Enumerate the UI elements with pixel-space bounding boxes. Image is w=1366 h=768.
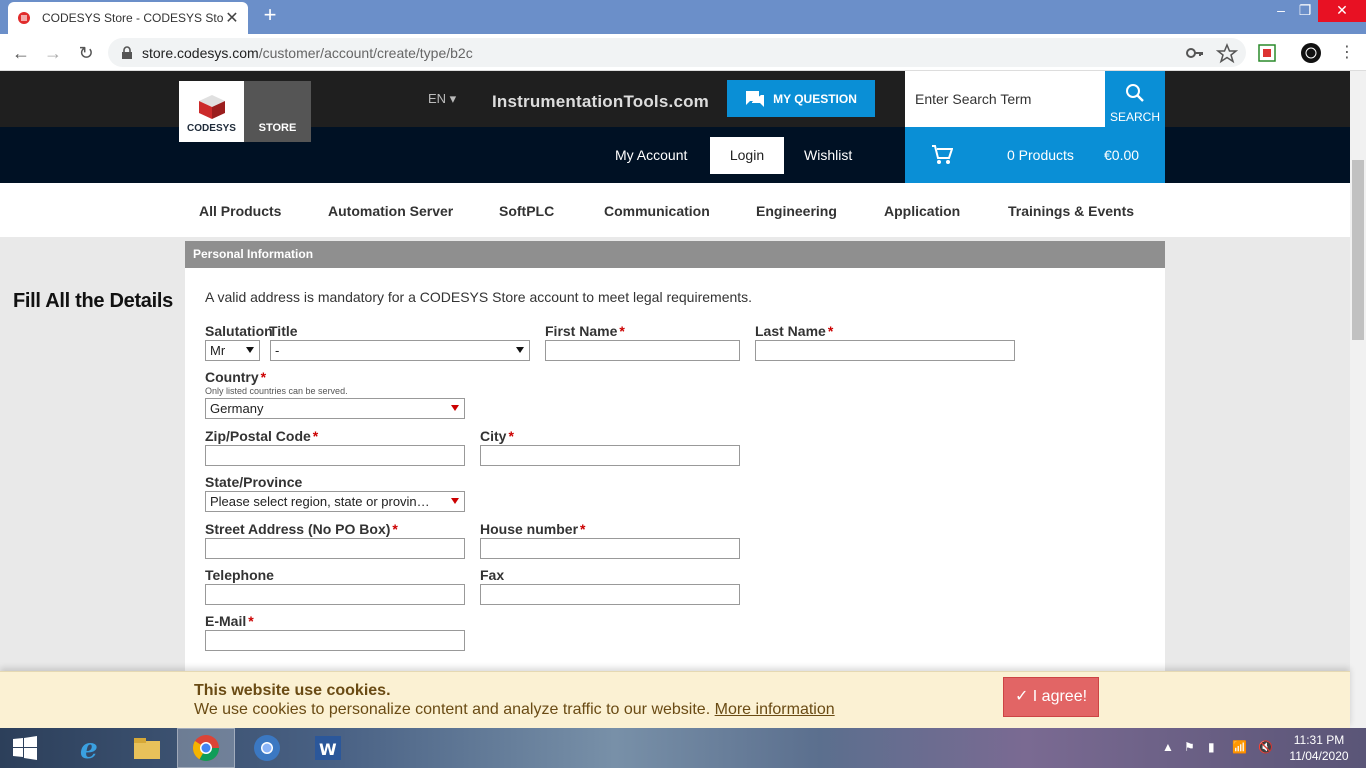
- country-hint: Only listed countries can be served.: [205, 386, 348, 396]
- address-bar[interactable]: store.codesys.com/customer/account/creat…: [108, 38, 1246, 67]
- login-button[interactable]: Login: [710, 137, 784, 174]
- zip-input[interactable]: [205, 445, 465, 466]
- address-notice: A valid address is mandatory for a CODES…: [205, 289, 753, 305]
- telephone-label: Telephone: [205, 567, 274, 583]
- nav-communication[interactable]: Communication: [604, 203, 710, 219]
- cart-product-count: 0 Products: [1007, 147, 1074, 163]
- tray-signal-icon[interactable]: 📶: [1232, 740, 1247, 754]
- svg-text:W: W: [319, 740, 337, 759]
- chat-bubble-icon: [746, 90, 765, 107]
- tray-battery-icon[interactable]: ▮: [1208, 740, 1215, 754]
- house-number-input[interactable]: [480, 538, 740, 559]
- extension-icon[interactable]: [1256, 42, 1278, 64]
- first-name-input[interactable]: [545, 340, 740, 361]
- agree-button[interactable]: ✓ I agree!: [1003, 677, 1099, 717]
- title-label: Title: [269, 323, 298, 339]
- nav-all-products[interactable]: All Products: [199, 203, 281, 219]
- category-nav: All Products Automation Server SoftPLC C…: [0, 183, 1350, 237]
- fax-label: Fax: [480, 567, 505, 583]
- last-name-input[interactable]: [755, 340, 1015, 361]
- title-select[interactable]: -: [270, 340, 530, 361]
- chrome-secondary-taskbar-icon[interactable]: [238, 728, 296, 768]
- language-selector[interactable]: EN ▾: [428, 91, 456, 107]
- new-tab-icon[interactable]: +: [258, 4, 282, 28]
- restore-icon[interactable]: ❐: [1288, 0, 1322, 22]
- windows-logo-icon: [13, 736, 37, 760]
- state-select[interactable]: Please select region, state or provin…: [205, 491, 465, 512]
- tab-title: CODESYS Store - CODESYS Store: [42, 11, 224, 25]
- profile-avatar-icon[interactable]: [1300, 42, 1322, 64]
- menu-dots-icon[interactable]: ⋮: [1334, 40, 1360, 66]
- nav-engineering[interactable]: Engineering: [756, 203, 837, 219]
- forward-icon[interactable]: →: [40, 40, 66, 66]
- cart-button[interactable]: 0 Products €0.00: [905, 127, 1165, 183]
- taskbar-clock[interactable]: 11:31 PM 11/04/2020: [1284, 732, 1354, 764]
- cart-total: €0.00: [1104, 147, 1140, 163]
- street-label: Street Address (No PO Box) *: [205, 521, 398, 537]
- codesys-cube-icon: [198, 95, 225, 119]
- search-input[interactable]: [905, 71, 1105, 127]
- first-name-label: First Name *: [545, 323, 625, 339]
- zip-label: Zip/Postal Code *: [205, 428, 319, 444]
- country-label: Country *: [205, 369, 267, 385]
- tray-network-error-icon[interactable]: ⚑: [1184, 740, 1195, 754]
- codesys-favicon-icon: [18, 12, 30, 24]
- personal-information-panel: Personal Information A valid address is …: [185, 241, 1165, 671]
- nav-trainings-events[interactable]: Trainings & Events: [1008, 203, 1134, 219]
- country-select[interactable]: Germany: [205, 398, 465, 419]
- url-text: store.codesys.com/customer/account/creat…: [142, 44, 473, 61]
- shopping-cart-icon: [932, 145, 953, 164]
- lock-icon: [122, 45, 132, 59]
- close-tab-icon[interactable]: ✕: [224, 8, 240, 28]
- telephone-input[interactable]: [205, 584, 465, 605]
- close-window-icon[interactable]: ✕: [1318, 0, 1366, 22]
- street-input[interactable]: [205, 538, 465, 559]
- fax-input[interactable]: [480, 584, 740, 605]
- city-input[interactable]: [480, 445, 740, 466]
- start-button[interactable]: [0, 728, 50, 768]
- reload-icon[interactable]: ↻: [73, 40, 99, 66]
- tray-expand-icon[interactable]: ▲: [1162, 740, 1174, 754]
- more-information-link[interactable]: More information: [715, 701, 835, 718]
- nav-softplc[interactable]: SoftPLC: [499, 203, 554, 219]
- scrollbar-thumb[interactable]: [1352, 160, 1364, 340]
- browser-toolbar: ← → ↻ store.codesys.com/customer/account…: [0, 34, 1366, 71]
- state-label: State/Province: [205, 474, 303, 490]
- wishlist-link[interactable]: Wishlist: [804, 147, 852, 163]
- salutation-label: Salutation: [205, 323, 273, 339]
- nav-application[interactable]: Application: [884, 203, 960, 219]
- bookmark-star-icon[interactable]: [1216, 42, 1238, 64]
- side-heading: Fill All the Details: [13, 290, 173, 312]
- windows-taskbar: e W ▲ ⚑ ▮ 📶 🔇 11:31 PM 11/04/2020: [0, 728, 1366, 768]
- browser-tab-bar: CODESYS Store - CODESYS Store ✕ + – ❐ ✕: [0, 0, 1366, 34]
- my-question-button[interactable]: MY QUESTION: [727, 80, 875, 117]
- svg-text:e: e: [80, 733, 98, 763]
- tray-volume-icon[interactable]: 🔇: [1258, 740, 1273, 754]
- search-icon: [1126, 84, 1144, 102]
- cookie-message: We use cookies to personalize content an…: [194, 701, 835, 718]
- key-icon[interactable]: [1184, 42, 1206, 64]
- browser-tab[interactable]: CODESYS Store - CODESYS Store ✕: [8, 2, 248, 34]
- salutation-select[interactable]: Mr: [205, 340, 260, 361]
- explorer-taskbar-icon[interactable]: [118, 728, 176, 768]
- watermark-text: InstrumentationTools.com: [492, 92, 709, 111]
- word-taskbar-icon[interactable]: W: [299, 728, 357, 768]
- section-title: Personal Information: [185, 241, 1165, 268]
- codesys-store-logo[interactable]: CODESYS STORE: [179, 81, 311, 142]
- email-label: E-Mail *: [205, 613, 254, 629]
- cookie-banner: This website use cookies. We use cookies…: [0, 671, 1350, 728]
- house-number-label: House number *: [480, 521, 586, 537]
- ie-taskbar-icon[interactable]: e: [62, 728, 120, 768]
- cookie-heading: This website use cookies.: [194, 682, 391, 699]
- city-label: City *: [480, 428, 514, 444]
- last-name-label: Last Name *: [755, 323, 834, 339]
- my-account-link[interactable]: My Account: [615, 147, 687, 163]
- nav-automation-server[interactable]: Automation Server: [328, 203, 453, 219]
- email-input[interactable]: [205, 630, 465, 651]
- search-button[interactable]: SEARCH: [1105, 71, 1165, 127]
- back-icon[interactable]: ←: [8, 40, 34, 66]
- chrome-taskbar-icon[interactable]: [177, 728, 235, 768]
